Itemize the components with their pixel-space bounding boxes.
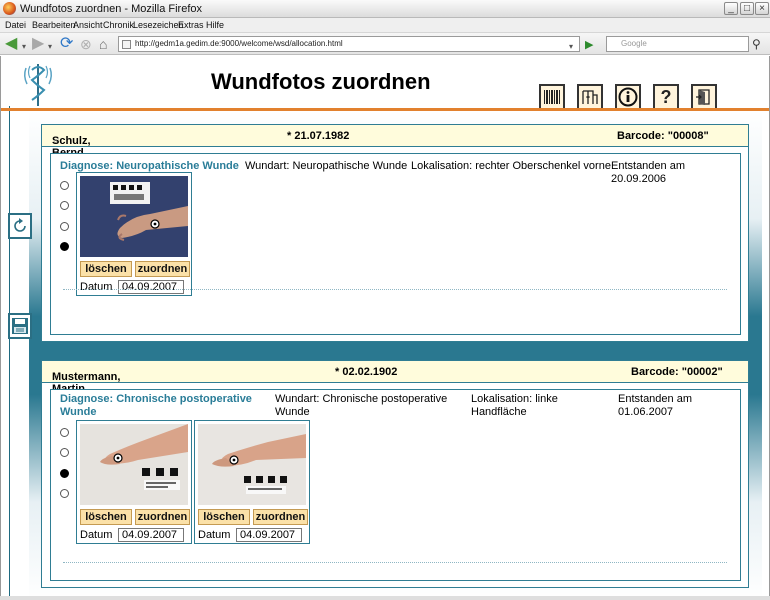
menu-bar: Datei Bearbeiten Ansicht Chronik Lesezei… — [0, 18, 770, 33]
back-dropdown-icon[interactable]: ▾ — [22, 39, 26, 55]
patient-barcode: Barcode: "00002" — [631, 366, 723, 378]
male-symbol-icon: ♂ — [52, 135, 61, 147]
male-symbol-icon: ♂ — [52, 371, 61, 383]
menu-chronik[interactable]: Chronik — [103, 20, 134, 30]
menu-ansicht[interactable]: Ansicht — [73, 20, 103, 30]
barcode-button[interactable] — [539, 84, 565, 110]
window-title: Wundfotos zuordnen - Mozilla Firefox — [20, 3, 202, 15]
patient-birthdate: * 21.07.1982 — [287, 130, 350, 142]
assign-photo-button[interactable]: zuordnen — [135, 509, 190, 525]
search-input[interactable]: Google — [606, 36, 749, 52]
delete-photo-button[interactable]: löschen — [80, 261, 132, 277]
date-label: Datum — [80, 281, 113, 293]
exit-door-icon — [696, 89, 710, 105]
page-title: Wundfotos zuordnen — [211, 69, 431, 94]
photo-date-input[interactable] — [118, 528, 184, 542]
photo-position-radio[interactable] — [60, 428, 69, 437]
minimize-button[interactable]: _ — [724, 2, 738, 15]
wound-section: Diagnose: Chronische postoperative Wunde… — [50, 389, 741, 581]
info-icon — [618, 87, 638, 107]
home-icon[interactable]: ⌂ — [99, 36, 107, 52]
refresh-icon — [14, 218, 26, 232]
patient-header: Mustermann, Martin ♂ * 02.02.1902 Barcod… — [42, 361, 748, 395]
wound-photo-card: löschen zuordnen Datum — [76, 172, 192, 296]
wound-type: Wundart: Chronische postoperative Wunde — [275, 393, 448, 418]
wound-photo-card: löschen zuordnen Datum — [194, 420, 310, 544]
menu-datei[interactable]: Datei — [5, 20, 26, 30]
wound-photo[interactable] — [198, 424, 306, 505]
menu-hilfe[interactable]: Hilfe — [206, 20, 224, 30]
search-magnifier-icon[interactable]: ⚲ — [752, 36, 761, 52]
patient-panel: Schulz, Bernd ♂ * 21.07.1982 Barcode: "0… — [41, 124, 749, 342]
caduceus-logo-icon — [23, 64, 53, 106]
assign-photo-button[interactable]: zuordnen — [253, 509, 308, 525]
menu-extras[interactable]: Extras — [178, 20, 204, 30]
wound-onset-date: Entstanden am 01.06.2007 — [618, 393, 692, 418]
patient-panel: Mustermann, Martin ♂ * 02.02.1902 Barcod… — [41, 360, 749, 588]
reload-icon[interactable]: ⟳ — [60, 36, 73, 52]
delete-photo-button[interactable]: löschen — [80, 509, 132, 525]
firefox-logo-icon — [3, 2, 16, 15]
window-titlebar: Wundfotos zuordnen - Mozilla Firefox _ □… — [0, 0, 770, 18]
back-arrow-icon[interactable]: ◀ — [5, 36, 17, 52]
barcode-icon — [544, 90, 560, 104]
wound-type: Wundart: Neuropathische Wunde — [245, 160, 408, 172]
page-viewport: Wundfotos zuordnen ? Schulz, ♂ * 21.07.1… — [0, 56, 770, 600]
photo-position-radio[interactable] — [60, 448, 69, 457]
wound-section: Diagnose: Neuropathische Wunde Wundart: … — [50, 153, 741, 335]
maximize-button[interactable]: □ — [740, 2, 754, 15]
delete-photo-button[interactable]: löschen — [198, 509, 250, 525]
photo-date-input[interactable] — [118, 280, 184, 294]
forward-arrow-icon[interactable]: ▶ — [32, 36, 44, 52]
photo-position-radio[interactable] — [60, 489, 69, 498]
menu-bearbeiten[interactable]: Bearbeiten — [32, 20, 76, 30]
help-button[interactable]: ? — [653, 84, 679, 110]
photo-date-input[interactable] — [236, 528, 302, 542]
navigation-toolbar: ◀ ▾ ▶ ▾ ⟳ ⊗ ⌂ http://gedm1a.gedim.de:900… — [0, 33, 770, 55]
wound-photo[interactable] — [80, 176, 188, 257]
wound-photo[interactable] — [80, 424, 188, 505]
url-text: http://gedm1a.gedim.de:9000/welcome/wsd/… — [135, 39, 343, 48]
date-label: Datum — [80, 529, 113, 541]
menu-lesezeichen[interactable]: Lesezeichen — [133, 20, 184, 30]
wound-photo-image — [80, 176, 188, 257]
patient-header: Schulz, Bernd ♂ * 21.07.1982 Barcode: "0… — [42, 125, 748, 159]
save-button[interactable] — [8, 313, 32, 339]
wound-location: Lokalisation: linke Handfläche — [471, 393, 558, 418]
left-accent-line — [9, 106, 10, 600]
help-icon: ? — [660, 86, 672, 107]
page-icon — [122, 40, 131, 49]
section-divider — [63, 289, 727, 290]
wound-onset-date: Entstanden am 20.09.2006 — [611, 160, 685, 185]
diagnosis-link[interactable]: Diagnose: Chronische postoperative Wunde — [60, 393, 252, 419]
wound-photo-image — [198, 424, 306, 505]
photo-position-radio[interactable] — [60, 181, 69, 190]
wound-location: Lokalisation: rechter Oberschenkel vorne — [411, 160, 611, 172]
wardrobe-icon — [582, 90, 598, 104]
date-label: Datum — [198, 529, 231, 541]
wound-photo-card: löschen zuordnen Datum — [76, 420, 192, 544]
refresh-button[interactable] — [8, 213, 32, 239]
stop-icon[interactable]: ⊗ — [80, 36, 92, 52]
floppy-disk-icon — [12, 318, 28, 334]
wardrobe-button[interactable] — [577, 84, 603, 110]
photo-position-radio[interactable] — [60, 469, 69, 478]
patient-birthdate: * 02.02.1902 — [335, 366, 398, 378]
exit-button[interactable] — [691, 84, 717, 110]
window-bottom-edge — [0, 596, 770, 600]
assign-photo-button[interactable]: zuordnen — [135, 261, 190, 277]
patient-barcode: Barcode: "00008" — [617, 130, 709, 142]
info-button[interactable] — [615, 84, 641, 110]
forward-dropdown-icon[interactable]: ▾ — [48, 39, 52, 55]
search-placeholder: Google — [621, 39, 647, 48]
photo-position-radio[interactable] — [60, 242, 69, 251]
close-window-button[interactable]: × — [755, 2, 769, 15]
section-divider — [63, 562, 727, 563]
url-bar[interactable]: http://gedm1a.gedim.de:9000/welcome/wsd/… — [118, 36, 580, 52]
photo-position-radio[interactable] — [60, 201, 69, 210]
go-icon[interactable]: ▶ — [585, 37, 593, 53]
url-history-dropdown-icon[interactable]: ▾ — [569, 39, 573, 55]
photo-position-radio[interactable] — [60, 222, 69, 231]
wound-photo-image — [80, 424, 188, 505]
